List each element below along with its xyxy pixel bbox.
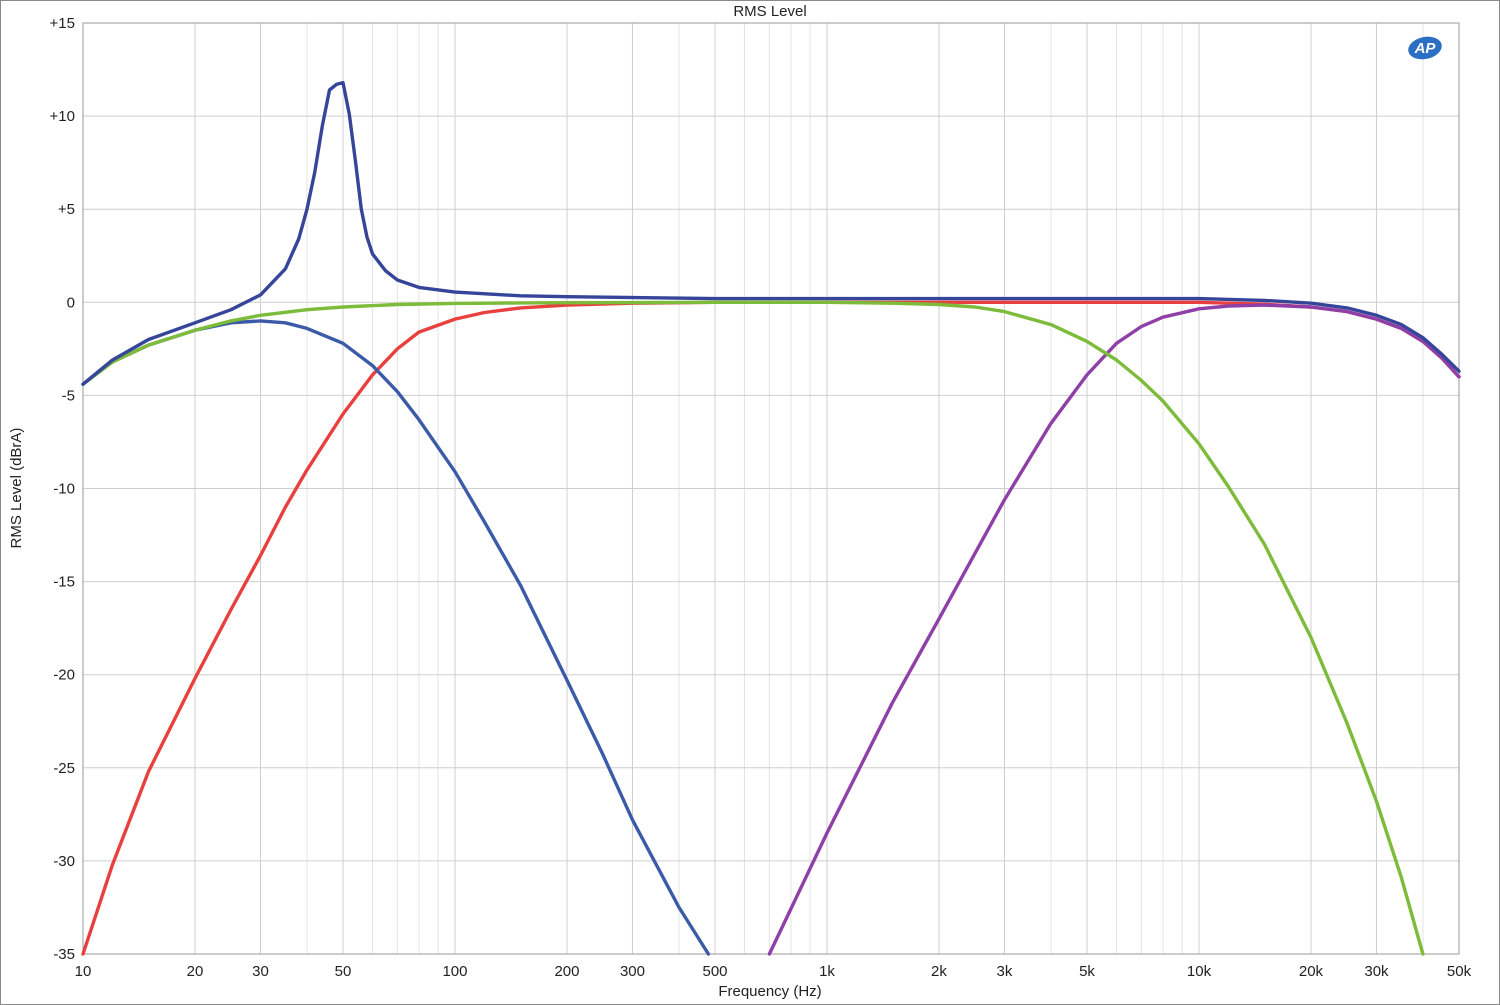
y-tick-label: +10 <box>50 108 75 125</box>
x-tick-label: 20 <box>187 963 204 980</box>
x-tick-labels: 10 20 30 50 100 200 300 500 1k 2k 3k 5k 10k 20k 30k 50k <box>75 963 1472 980</box>
x-tick-label: 2k <box>931 963 947 980</box>
x-tick-label: 300 <box>620 963 645 980</box>
y-tick-label: -30 <box>53 853 75 870</box>
series-line-5 <box>81 80 1461 386</box>
series-line-4 <box>81 300 1425 956</box>
series-line-2 <box>81 319 711 956</box>
y-axis-label: RMS Level (dBrA) <box>8 428 25 549</box>
x-axis-label: Frequency (Hz) <box>718 983 821 1000</box>
rms-level-chart: +15 +10 +5 0 -5 -10 -15 -20 -25 -30 -35 10 20 30 50 10… <box>0 0 1500 1005</box>
y-tick-label: -15 <box>53 574 75 591</box>
x-tick-label: 10 <box>75 963 92 980</box>
x-tick-label: 30k <box>1364 963 1389 980</box>
x-tick-label: 1k <box>819 963 835 980</box>
y-tick-label: -35 <box>53 946 75 963</box>
y-tick-label: -25 <box>53 760 75 777</box>
outer-border <box>0 0 1500 1005</box>
x-tick-label: 3k <box>997 963 1013 980</box>
series-line-1 <box>81 300 1461 956</box>
x-tick-label: 10k <box>1187 963 1212 980</box>
ap-logo-text: AP <box>1414 40 1437 57</box>
y-tick-label: -10 <box>53 481 75 498</box>
y-tick-label: -5 <box>62 387 75 404</box>
y-tick-labels: +15 +10 +5 0 -5 -10 -15 -20 -25 -30 -35 <box>50 15 75 963</box>
x-tick-label: 50 <box>335 963 352 980</box>
y-tick-label: -20 <box>53 667 75 684</box>
series-layer <box>81 80 1461 956</box>
x-tick-label: 30 <box>252 963 269 980</box>
ap-logo-icon: AP <box>1408 36 1442 60</box>
grid <box>83 23 1459 954</box>
y-tick-label: +15 <box>50 15 75 32</box>
x-tick-label: 20k <box>1299 963 1324 980</box>
x-tick-label: 500 <box>702 963 727 980</box>
chart-title: RMS Level <box>733 3 806 20</box>
y-tick-label: 0 <box>67 294 75 311</box>
x-tick-label: 100 <box>442 963 467 980</box>
chart-canvas: +15+10+50-5-10-15-20-25-30-35 10 20 30 50 10… <box>0 0 1500 1005</box>
series-line-3 <box>767 303 1461 956</box>
x-tick-label: 5k <box>1079 963 1095 980</box>
y-tick-label: +5 <box>58 201 75 218</box>
x-tick-label: 50k <box>1447 963 1472 980</box>
x-tick-label: 200 <box>554 963 579 980</box>
